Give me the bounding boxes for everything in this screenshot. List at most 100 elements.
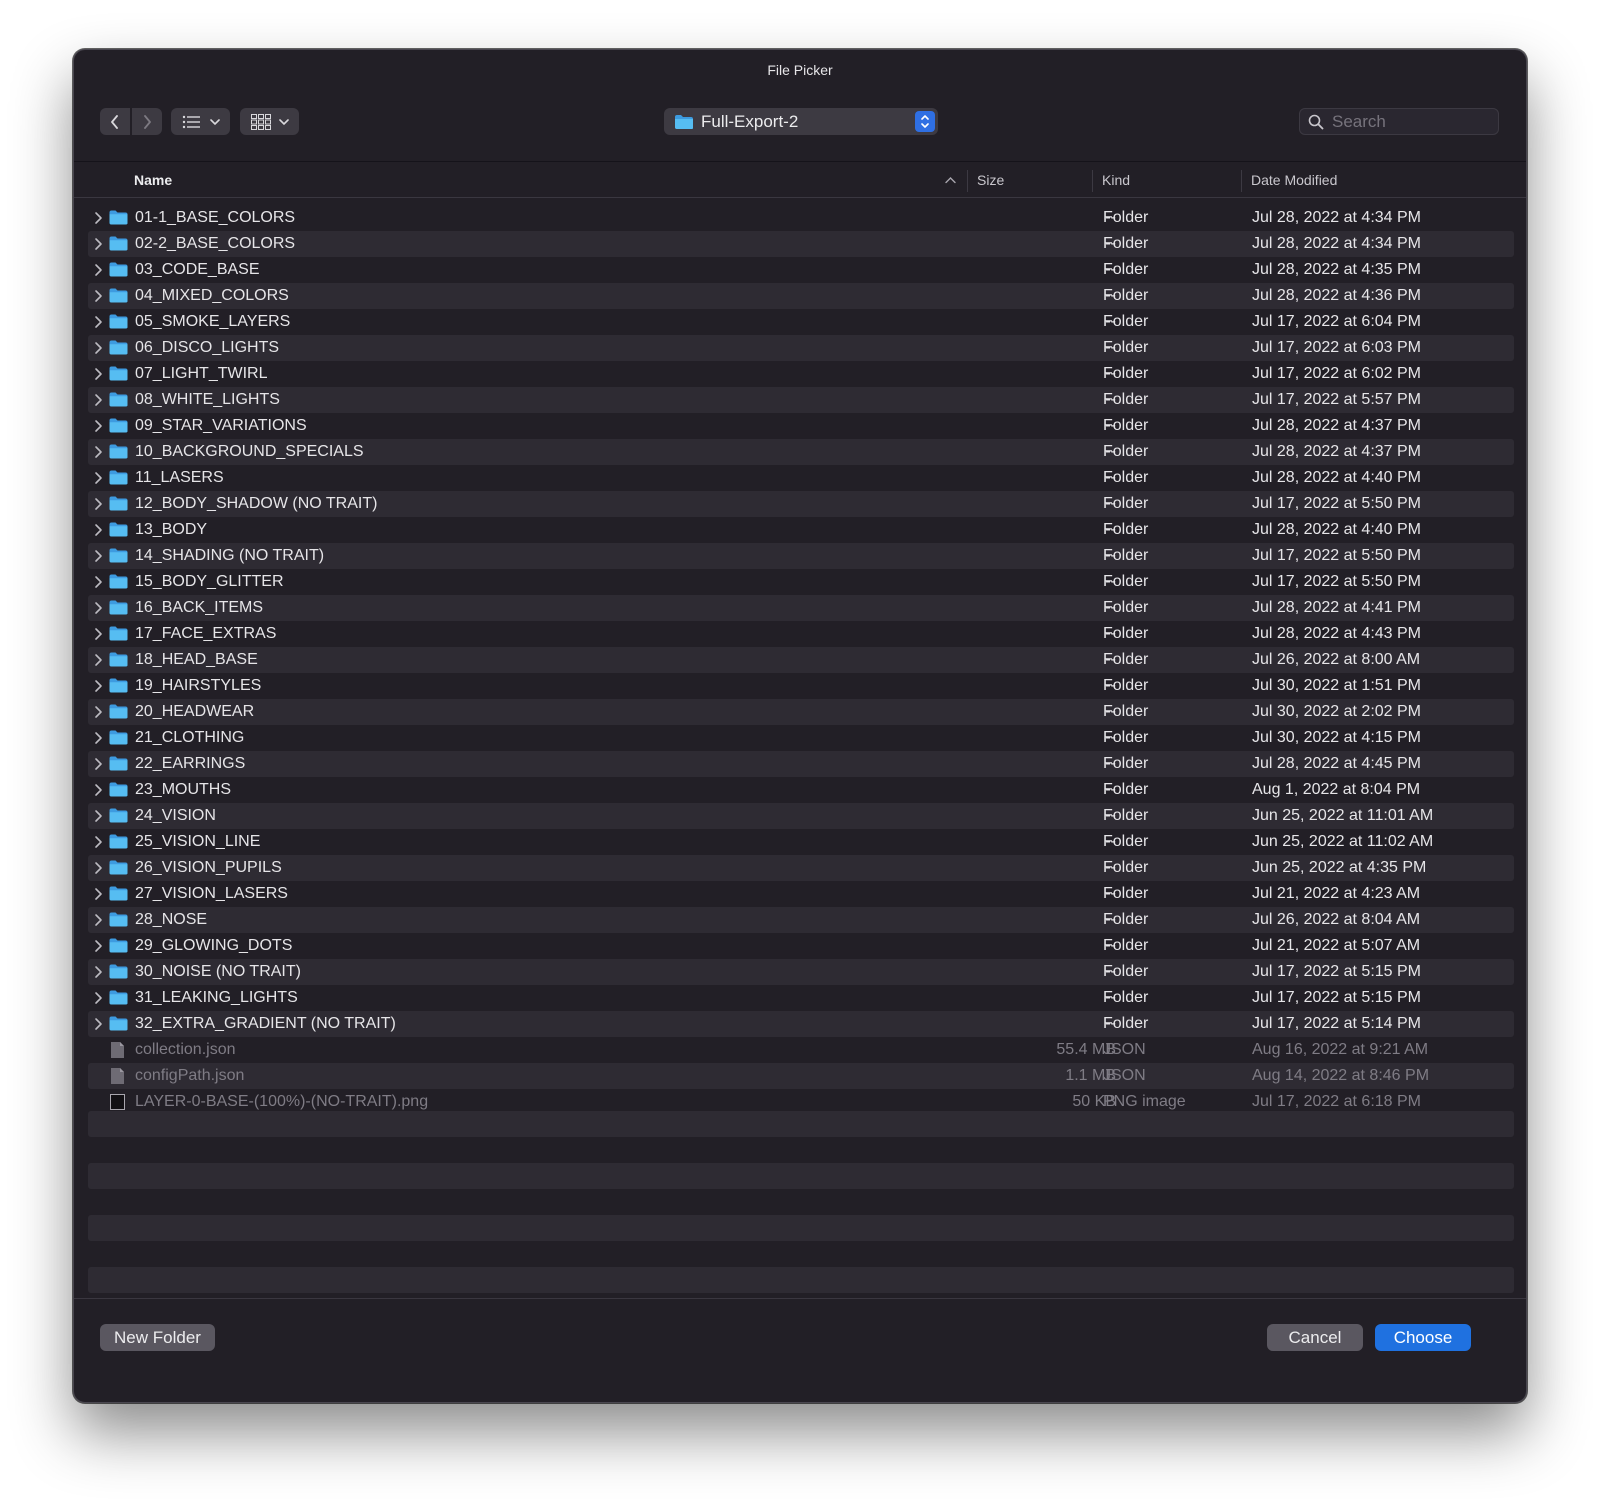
item-kind: JSON <box>1103 1041 1146 1058</box>
disclosure-chevron-icon[interactable] <box>92 445 104 459</box>
folder-row[interactable]: 18_HEAD_BASE -- Folder Jul 26, 2022 at 8:00… <box>88 647 1514 673</box>
disclosure-chevron-icon[interactable] <box>92 601 104 615</box>
folder-row[interactable]: 13_BODY -- Folder Jul 28, 2022 at 4:40 PM <box>88 517 1514 543</box>
folder-icon <box>109 262 128 277</box>
folder-row[interactable]: 26_VISION_PUPILS -- Folder Jun 25, 2022 at … <box>88 855 1514 881</box>
folder-row[interactable]: 28_NOSE -- Folder Jul 26, 2022 at 8:04 AM <box>88 907 1514 933</box>
column-separator[interactable] <box>967 170 968 192</box>
disclosure-chevron-icon[interactable] <box>92 497 104 511</box>
folder-row[interactable]: 09_STAR_VARIATIONS -- Folder Jul 28, 2022 a… <box>88 413 1514 439</box>
folder-row[interactable]: 12_BODY_SHADOW (NO TRAIT) -- Folder Jul 17,… <box>88 491 1514 517</box>
item-date-modified: Jun 25, 2022 at 11:01 AM <box>1252 807 1434 824</box>
folder-row[interactable]: 16_BACK_ITEMS -- Folder Jul 28, 2022 at 4:4… <box>88 595 1514 621</box>
disclosure-chevron-icon[interactable] <box>92 471 104 485</box>
disclosure-chevron-icon[interactable] <box>92 367 104 381</box>
folder-row[interactable]: 06_DISCO_LIGHTS -- Folder Jul 17, 2022 at 6… <box>88 335 1514 361</box>
disclosure-chevron-icon[interactable] <box>92 939 104 953</box>
disclosure-chevron-icon[interactable] <box>92 679 104 693</box>
folder-row[interactable]: 04_MIXED_COLORS -- Folder Jul 28, 2022 at 4… <box>88 283 1514 309</box>
disclosure-chevron-icon[interactable] <box>92 835 104 849</box>
folder-row[interactable]: 11_LASERS -- Folder Jul 28, 2022 at 4:40 PM <box>88 465 1514 491</box>
folder-row[interactable]: 15_BODY_GLITTER -- Folder Jul 17, 2022 at 5… <box>88 569 1514 595</box>
disclosure-chevron-icon[interactable] <box>92 549 104 563</box>
disclosure-chevron-icon[interactable] <box>92 237 104 251</box>
folder-row[interactable]: 25_VISION_LINE -- Folder Jun 25, 2022 at 11… <box>88 829 1514 855</box>
disclosure-chevron-icon[interactable] <box>92 757 104 771</box>
disclosure-chevron-icon[interactable] <box>92 965 104 979</box>
column-kind[interactable]: Kind <box>1102 172 1130 188</box>
item-name: 23_MOUTHS <box>135 781 232 798</box>
folder-row[interactable]: 19_HAIRSTYLES -- Folder Jul 30, 2022 at 1:5… <box>88 673 1514 699</box>
folder-row[interactable]: 32_EXTRA_GRADIENT (NO TRAIT) -- Folder Jul … <box>88 1011 1514 1037</box>
item-name: 22_EARRINGS <box>135 755 246 772</box>
cancel-button[interactable]: Cancel <box>1267 1324 1363 1351</box>
folder-row[interactable]: 23_MOUTHS -- Folder Aug 1, 2022 at 8:04 PM <box>88 777 1514 803</box>
folder-row[interactable]: 30_NOISE (NO TRAIT) -- Folder Jul 17, 2022 … <box>88 959 1514 985</box>
choose-button[interactable]: Choose <box>1375 1324 1471 1351</box>
item-date-modified: Jul 21, 2022 at 4:23 AM <box>1252 885 1421 902</box>
disclosure-chevron-icon[interactable] <box>92 809 104 823</box>
folder-row[interactable]: 02-2_BASE_COLORS -- Folder Jul 28, 2022 at … <box>88 231 1514 257</box>
new-folder-button[interactable]: New Folder <box>100 1324 215 1351</box>
location-popup[interactable]: Full-Export-2 <box>664 108 938 135</box>
column-separator[interactable] <box>1092 170 1093 192</box>
disclosure-chevron-icon[interactable] <box>92 419 104 433</box>
window-title: File Picker <box>767 62 833 78</box>
disclosure-chevron-icon[interactable] <box>92 1017 104 1031</box>
folder-row[interactable]: 22_EARRINGS -- Folder Jul 28, 2022 at 4:45 … <box>88 751 1514 777</box>
folder-row[interactable]: 27_VISION_LASERS -- Folder Jul 21, 2022 at … <box>88 881 1514 907</box>
forward-button[interactable] <box>132 108 162 135</box>
popup-stepper[interactable] <box>915 111 935 132</box>
folder-row[interactable]: 05_SMOKE_LAYERS -- Folder Jul 17, 2022 at 6… <box>88 309 1514 335</box>
back-button[interactable] <box>100 108 130 135</box>
disclosure-chevron-icon[interactable] <box>92 887 104 901</box>
disclosure-chevron-icon[interactable] <box>92 705 104 719</box>
column-separator[interactable] <box>1241 170 1242 192</box>
footer-divider <box>74 1298 1526 1299</box>
folder-row[interactable]: 01-1_BASE_COLORS -- Folder Jul 28, 2022 at … <box>88 205 1514 231</box>
disclosure-chevron-icon[interactable] <box>92 289 104 303</box>
disclosure-chevron-icon[interactable] <box>92 341 104 355</box>
folder-row[interactable]: 17_FACE_EXTRAS -- Folder Jul 28, 2022 at 4:… <box>88 621 1514 647</box>
disclosure-chevron-icon[interactable] <box>92 315 104 329</box>
file-row[interactable]: configPath.json 1.1 MB JSON Aug 14, 2022 at… <box>88 1063 1514 1089</box>
folder-icon <box>109 652 128 667</box>
folder-row[interactable]: 08_WHITE_LIGHTS -- Folder Jul 17, 2022 at 5… <box>88 387 1514 413</box>
disclosure-chevron-icon[interactable] <box>92 991 104 1005</box>
item-kind: Folder <box>1103 287 1149 304</box>
folder-row[interactable]: 29_GLOWING_DOTS -- Folder Jul 21, 2022 at 5… <box>88 933 1514 959</box>
item-name: 24_VISION <box>135 807 216 824</box>
disclosure-chevron-icon[interactable] <box>92 263 104 277</box>
folder-row[interactable]: 31_LEAKING_LIGHTS -- Folder Jul 17, 2022 at… <box>88 985 1514 1011</box>
disclosure-chevron-icon[interactable] <box>92 861 104 875</box>
disclosure-chevron-icon[interactable] <box>92 653 104 667</box>
disclosure-chevron-icon[interactable] <box>92 393 104 407</box>
disclosure-chevron-icon[interactable] <box>92 575 104 589</box>
item-kind: Folder <box>1103 339 1149 356</box>
file-row[interactable]: collection.json 55.4 MB JSON Aug 16, 2022 a… <box>88 1037 1514 1063</box>
file-picker-window: File Picker Full-Export-2 Search Name Si… <box>73 49 1527 1403</box>
column-date-modified[interactable]: Date Modified <box>1251 172 1337 188</box>
column-size[interactable]: Size <box>977 172 1004 188</box>
folder-row[interactable]: 20_HEADWEAR -- Folder Jul 30, 2022 at 2:02 … <box>88 699 1514 725</box>
item-name: collection.json <box>135 1041 236 1058</box>
search-field[interactable] <box>1299 108 1499 135</box>
disclosure-chevron-icon[interactable] <box>92 731 104 745</box>
list-view-button[interactable] <box>171 108 230 135</box>
disclosure-chevron-icon[interactable] <box>92 627 104 641</box>
folder-row[interactable]: 03_CODE_BASE -- Folder Jul 28, 2022 at 4:35… <box>88 257 1514 283</box>
folder-row[interactable]: 07_LIGHT_TWIRL -- Folder Jul 17, 2022 at 6:… <box>88 361 1514 387</box>
column-name[interactable]: Name <box>134 172 172 188</box>
disclosure-chevron-icon[interactable] <box>92 913 104 927</box>
folder-row[interactable]: 21_CLOTHING -- Folder Jul 30, 2022 at 4:15 … <box>88 725 1514 751</box>
folder-row[interactable]: 10_BACKGROUND_SPECIALS -- Folder Jul 28, 20… <box>88 439 1514 465</box>
folder-icon <box>109 860 128 875</box>
disclosure-chevron-icon[interactable] <box>92 523 104 537</box>
grid-view-button[interactable] <box>240 108 299 135</box>
search-input[interactable] <box>1332 111 1482 132</box>
disclosure-chevron-icon[interactable] <box>92 783 104 797</box>
folder-row[interactable]: 14_SHADING (NO TRAIT) -- Folder Jul 17, 202… <box>88 543 1514 569</box>
item-date-modified: Jul 28, 2022 at 4:41 PM <box>1252 599 1421 616</box>
folder-row[interactable]: 24_VISION -- Folder Jun 25, 2022 at 11:01 A… <box>88 803 1514 829</box>
disclosure-chevron-icon[interactable] <box>92 211 104 225</box>
